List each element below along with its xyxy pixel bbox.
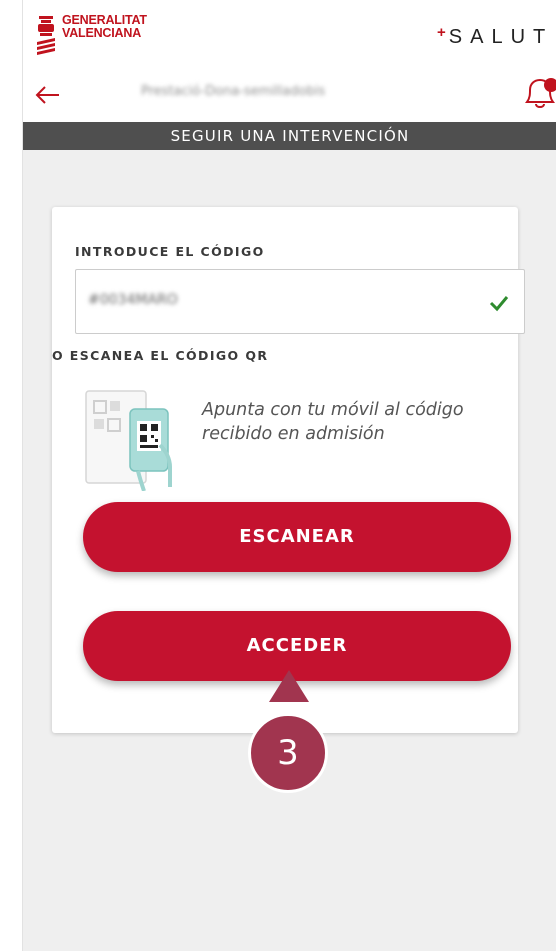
code-input[interactable]: #0034MARO <box>75 269 525 334</box>
nav-title: Prestació-Dona-semilladobis <box>141 84 326 99</box>
logo-line-2: VALENCIANA <box>62 26 142 40</box>
generalitat-logo: GENERALITAT VALENCIANA <box>35 14 147 60</box>
generalitat-crest-icon <box>37 16 55 55</box>
qr-scan-illustration-icon <box>85 390 172 491</box>
step-number-badge: 3 <box>248 713 328 793</box>
app-screen: GENERALITAT VALENCIANA + SALUT Prestació-… <box>22 0 556 951</box>
salut-plus: + <box>437 24 446 41</box>
bell-icon[interactable] <box>521 76 556 112</box>
salut-brand: + SALUT <box>437 24 554 49</box>
code-label: INTRODUCE EL CÓDIGO <box>75 244 265 259</box>
check-icon <box>489 296 509 312</box>
scan-button[interactable]: ESCANEAR <box>83 502 511 572</box>
qr-hint-text: Apunta con tu móvil al código recibido e… <box>202 400 464 444</box>
code-value: #0034MARO <box>88 292 178 308</box>
step-pointer-icon <box>269 670 309 702</box>
qr-label: O ESCANEA EL CÓDIGO QR <box>52 348 269 363</box>
page-heading: SEGUIR UNA INTERVENCIÓN <box>23 122 556 150</box>
navigation-bar: Prestació-Dona-semilladobis <box>23 70 556 122</box>
top-brand-bar: GENERALITAT VALENCIANA + SALUT <box>23 0 556 70</box>
arrow-left-icon[interactable] <box>33 80 63 110</box>
intervention-card: INTRODUCE EL CÓDIGO #0034MARO O ESCANEA … <box>52 207 525 733</box>
salut-text: SALUT <box>448 26 554 48</box>
